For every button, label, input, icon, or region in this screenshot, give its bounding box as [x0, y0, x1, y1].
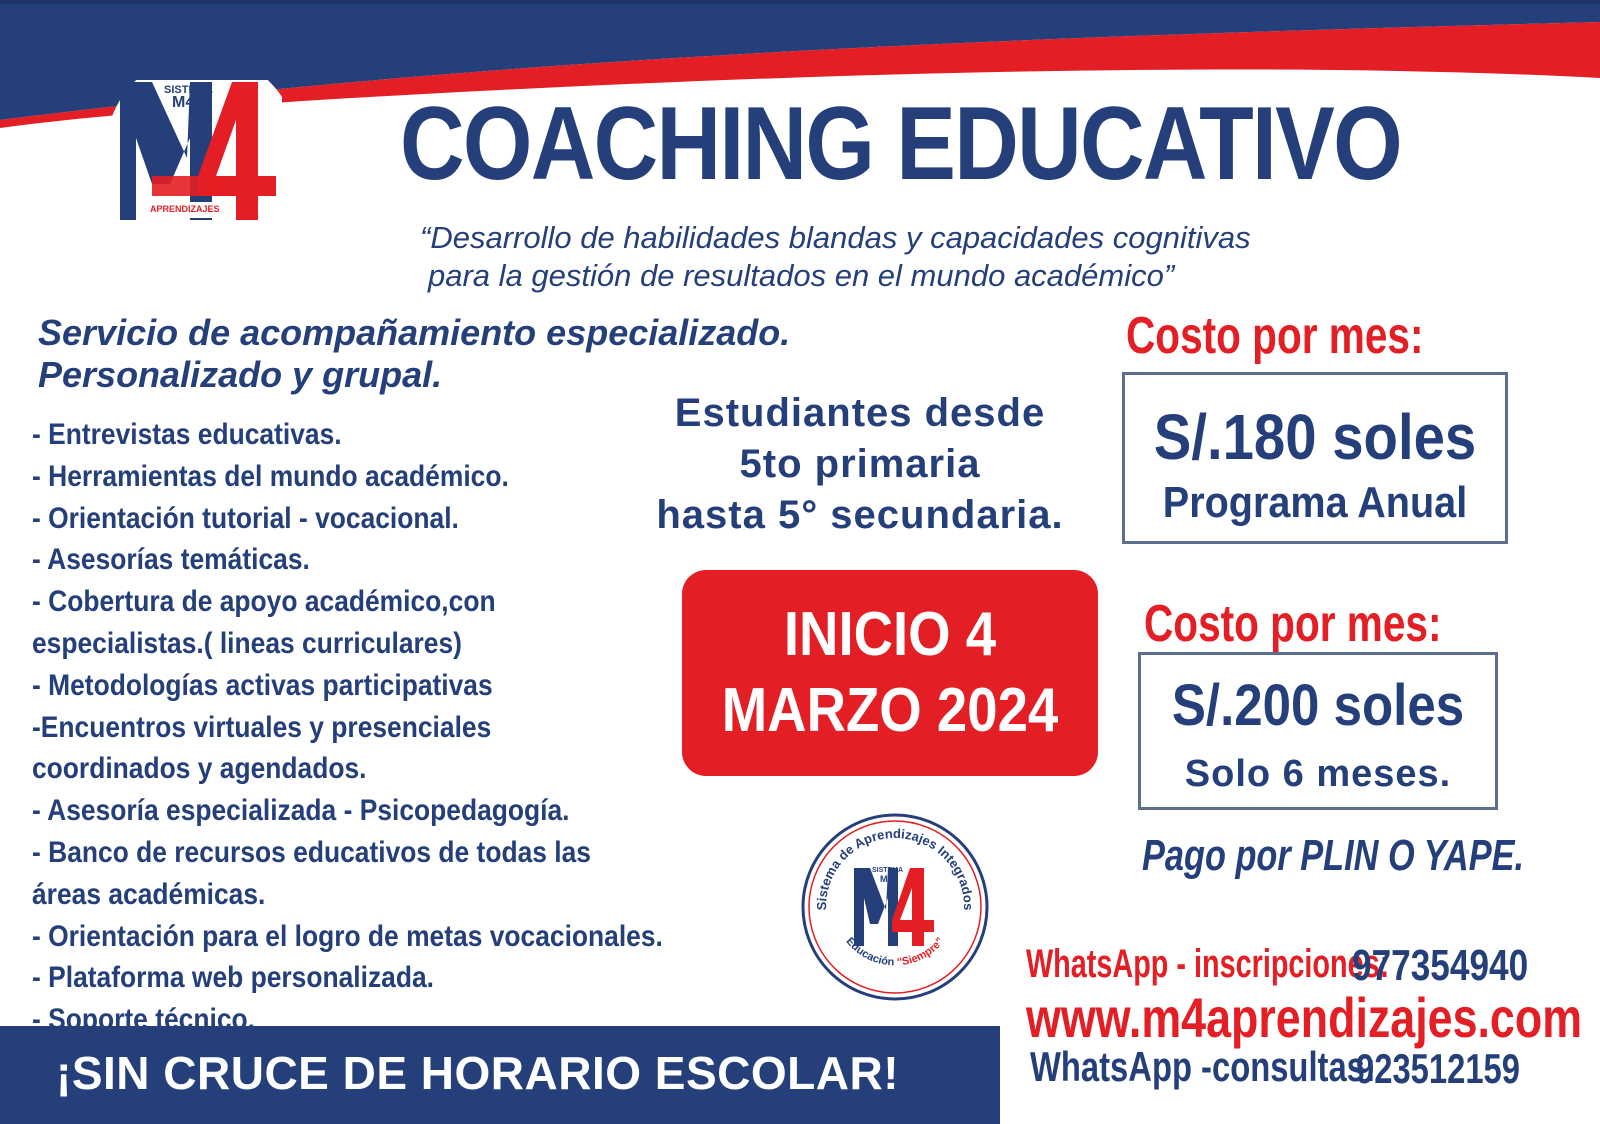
seal-m4-small-text: M4 [880, 874, 893, 884]
whatsapp-inscriptions-label: WhatsApp - inscripciones: [1026, 942, 1390, 986]
feature-item: -Encuentros virtuales y presenciales [32, 710, 492, 744]
service-heading-line-1: Servicio de acompañamiento especializado… [38, 312, 791, 353]
whatsapp-inscriptions-number[interactable]: 977354940 [1352, 944, 1528, 988]
seal-emblem: Sistema de Aprendizajes Integrados Educa… [801, 813, 989, 1001]
students-range: Estudiantes desde 5to primaria hasta 5° … [620, 388, 1100, 541]
students-line-3: hasta 5° secundaria. [656, 493, 1064, 537]
students-line-1: Estudiantes desde [674, 391, 1046, 435]
plan-semester-cost-label: Costo por mes: [1144, 595, 1442, 653]
brand-logo: SISTEMA M4 APRENDIZAJES [106, 54, 298, 246]
subtitle-line-1: “Desarrollo de habilidades blandas y cap… [420, 220, 1251, 255]
plan-annual-cost-label: Costo por mes: [1126, 307, 1424, 365]
feature-item: áreas académicas. [32, 877, 266, 911]
schedule-banner-text: ¡SIN CRUCE DE HORARIO ESCOLAR! [56, 1047, 900, 1099]
feature-item: - Herramientas del mundo académico. [32, 459, 509, 493]
whatsapp-consultations-number[interactable]: 923512159 [1356, 1048, 1520, 1090]
feature-item: - Banco de recursos educativos de todas … [32, 835, 591, 869]
feature-item: - Entrevistas educativas. [32, 418, 342, 451]
feature-item: - Cobertura de apoyo académico,con [32, 585, 496, 619]
plan-semester-price: S/.200 soles [1171, 673, 1465, 738]
start-date-line-2: MARZO 2024 [721, 676, 1059, 745]
feature-item: - Orientación tutorial - vocacional. [32, 501, 459, 535]
start-date-line-1: INICIO 4 [783, 600, 997, 669]
logo-aprendizajes-text: APRENDIZAJES [150, 204, 220, 214]
payment-methods: Pago por PLIN O YAPE. [1142, 831, 1525, 880]
schedule-banner: ¡SIN CRUCE DE HORARIO ESCOLAR! [0, 1026, 1000, 1124]
feature-item: - Asesoría especializada - Psicopedagogí… [32, 794, 570, 828]
whatsapp-consultations-label: WhatsApp -consultas: [1030, 1043, 1376, 1090]
plan-annual-detail: Programa Anual [1162, 478, 1468, 527]
logo-m4-small-text: M4 [172, 94, 195, 111]
start-date-badge: INICIO 4 MARZO 2024 [682, 570, 1098, 776]
plan-annual-price-box: S/.180 soles Programa Anual [1122, 372, 1508, 544]
website-link[interactable]: www.m4aprendizajes.com [1026, 990, 1582, 1046]
feature-item: especialistas.( lineas curriculares) [32, 626, 462, 660]
service-heading: Servicio de acompañamiento especializado… [38, 312, 790, 397]
feature-item: - Orientación para el logro de metas voc… [32, 919, 663, 953]
students-line-2: 5to primaria [739, 442, 981, 486]
feature-item: - Plataforma web personalizada. [32, 961, 434, 995]
plan-semester-detail: Solo 6 meses. [1184, 753, 1452, 795]
feature-item: - Metodologías activas participativas [32, 668, 493, 702]
feature-item: coordinados y agendados. [32, 752, 367, 786]
plan-semester-price-box: S/.200 soles Solo 6 meses. [1138, 652, 1498, 810]
subtitle-line-2: para la gestión de resultados en el mund… [428, 258, 1175, 293]
page-title: COACHING EDUCATIVO [400, 86, 1403, 202]
plan-annual-price: S/.180 soles [1153, 401, 1477, 473]
feature-item: - Asesorías temáticas. [32, 543, 310, 577]
seal-sistema-text: SISTEMA [872, 867, 903, 874]
